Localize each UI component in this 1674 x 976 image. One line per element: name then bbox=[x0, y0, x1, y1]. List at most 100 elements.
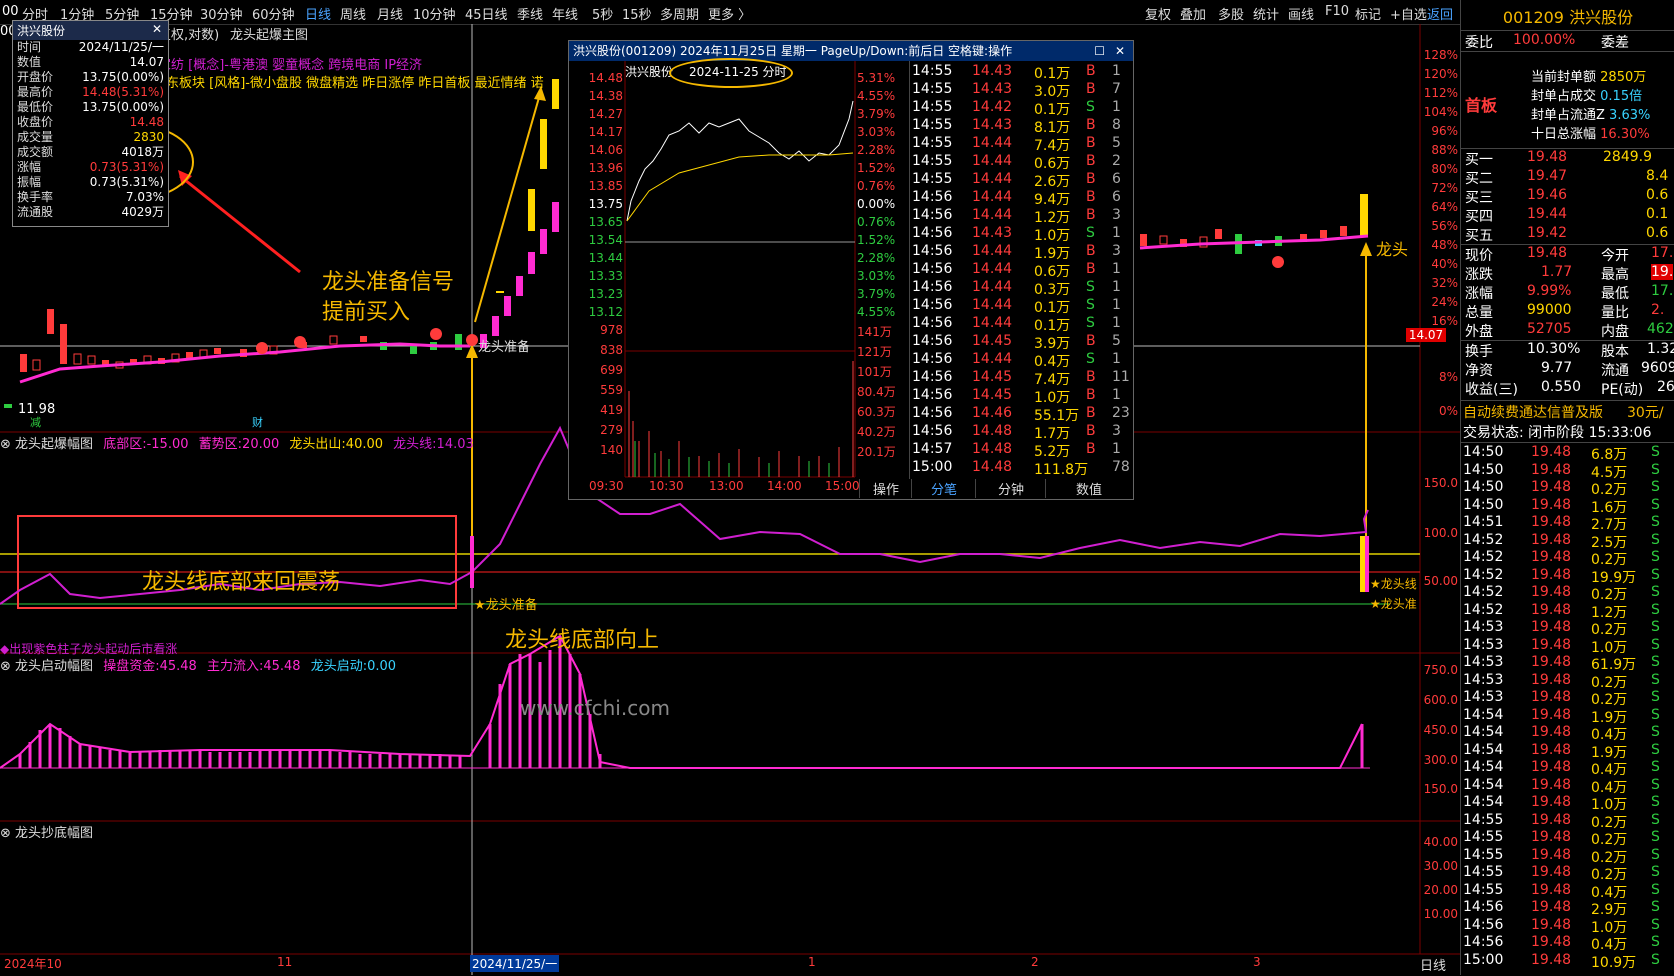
trade-tick-row: 14:52 19.48 0.2万 S bbox=[1463, 584, 1660, 603]
tab-multi-period[interactable]: 多周期 bbox=[660, 4, 699, 23]
ind1-up-text: 龙头线底部向上 bbox=[505, 628, 660, 653]
btn-fuquan[interactable]: 复权 bbox=[1145, 4, 1171, 23]
marker-jian: 减 bbox=[30, 416, 41, 429]
ind1-right-label-1: ★龙头线 bbox=[1370, 577, 1417, 591]
ind1-f2-val: 20.00 bbox=[242, 437, 280, 452]
trade-tick-row: 14:52 19.48 0.2万 S bbox=[1463, 549, 1660, 568]
main-right-axis: 128% 120% 112% 104% 96% 88% 80% 72% 64% … bbox=[1423, 48, 1458, 418]
popup-volume-bars bbox=[628, 361, 854, 477]
popup-maximize-icon[interactable]: ☐ bbox=[1094, 41, 1105, 61]
label-ready-main: 龙头准备 bbox=[478, 340, 531, 355]
ind1-f2-label: 蓄势区: bbox=[198, 437, 243, 452]
btn-overlay[interactable]: 叠加 bbox=[1180, 4, 1206, 23]
tab-60min[interactable]: 60分钟 bbox=[252, 4, 295, 23]
trade-tick-row: 14:54 19.48 1.0万 S bbox=[1463, 794, 1660, 813]
main-chart-title: 龙头起爆主图 bbox=[230, 28, 309, 43]
popup-tab-minute[interactable]: 分钟 bbox=[975, 479, 1046, 498]
period-indicator[interactable]: 日线 bbox=[1420, 955, 1446, 974]
btn-stats[interactable]: 统计 bbox=[1253, 4, 1279, 23]
trade-tick-row: 14:50 19.48 1.6万 S bbox=[1463, 496, 1660, 516]
trade-tick-row: 14:53 19.48 0.2万 S bbox=[1463, 619, 1660, 638]
ind1-title: 龙头起爆幅图 bbox=[15, 437, 94, 452]
popup-tick-row: 14:56 14.44 1.9万 B 3 bbox=[912, 243, 1121, 262]
popup-price-line bbox=[626, 100, 854, 222]
popup-tab-value[interactable]: 数值 bbox=[1045, 479, 1132, 498]
ind2-f2-val: 45.48 bbox=[263, 659, 301, 674]
trade-tick-row: 14:52 19.48 1.2万 S bbox=[1463, 601, 1660, 621]
popup-avg-line bbox=[626, 152, 854, 222]
ind2-f3-val: 0.00 bbox=[367, 659, 397, 674]
trade-tick-row: 14:53 19.48 1.0万 S bbox=[1463, 636, 1660, 656]
ind1-box-text: 龙头线底部来回震荡 bbox=[142, 570, 341, 595]
ind2-axis: 750.0 600.0 450.0 300.0 150.0 bbox=[1423, 663, 1458, 796]
ind1-f3-label: 龙头出山: bbox=[289, 437, 346, 452]
popup-tick-row: 14:56 14.44 1.2万 B 3 bbox=[912, 207, 1121, 226]
trade-tick-row: 14:55 19.48 0.2万 S bbox=[1463, 811, 1660, 831]
ind1-f4-label: 龙头线: bbox=[393, 437, 437, 452]
tab-yearly[interactable]: 年线 bbox=[552, 4, 578, 23]
btn-add-watchlist[interactable]: +自选 bbox=[1390, 4, 1427, 23]
trade-tick-row: 14:54 19.48 0.4万 S bbox=[1463, 724, 1660, 743]
ma-line-right bbox=[1139, 234, 1369, 250]
tab-10min[interactable]: 10分钟 bbox=[413, 4, 456, 23]
tab-weekly[interactable]: 周线 bbox=[340, 4, 366, 23]
popup-tick-row: 14:55 14.43 0.1万 B 1 bbox=[912, 63, 1121, 82]
date-axis-crosshair: 2024/11/25/一 bbox=[470, 955, 560, 972]
popup-tick-row: 14:56 14.44 0.6万 B 1 bbox=[912, 261, 1121, 280]
trade-tick-row: 14:52 19.48 19.9万 S bbox=[1463, 566, 1660, 586]
ind3-close-icon[interactable]: ⊗ bbox=[0, 826, 11, 841]
tab-partial[interactable]: 00 bbox=[2, 4, 19, 19]
weibi-row: 委比 100.00% 委差 bbox=[1461, 30, 1674, 52]
first-board-label: 首板 bbox=[1465, 96, 1498, 115]
ind2-close-icon[interactable]: ⊗ bbox=[0, 659, 11, 674]
popup-close-icon[interactable]: ✕ bbox=[1115, 41, 1125, 61]
btn-f10[interactable]: F10 bbox=[1325, 4, 1349, 19]
tab-5sec[interactable]: 5秒 bbox=[592, 4, 613, 23]
annot-buy-early: 提前买入 bbox=[322, 300, 411, 325]
popup-tick-row: 14:55 14.44 2.6万 B 6 bbox=[912, 171, 1121, 190]
trade-tick-row: 14:50 19.48 6.8万 S bbox=[1463, 444, 1660, 463]
bar-info-box: 洪兴股份 ✕ 时间 2024/11/25/一 数值 14.07 开盘价 13.75(0.… bbox=[12, 20, 169, 227]
ind1-f1-label: 底部区: bbox=[103, 437, 147, 452]
btn-mark[interactable]: 标记 bbox=[1355, 4, 1381, 23]
ind1-bar-right-m bbox=[1365, 536, 1369, 592]
popup-tick-row: 14:56 14.44 0.3万 S 1 bbox=[912, 279, 1121, 298]
trade-tick-row: 14:56 19.48 0.4万 S bbox=[1463, 934, 1660, 953]
btn-multi-stock[interactable]: 多股 bbox=[1218, 4, 1244, 23]
ind1-close-icon[interactable]: ⊗ bbox=[0, 437, 11, 452]
info-box-close-icon[interactable]: ✕ bbox=[152, 22, 162, 36]
ind2-f3-label: 龙头启动: bbox=[310, 659, 368, 674]
tab-15sec[interactable]: 15秒 bbox=[622, 4, 652, 23]
popup-tick-row: 14:57 14.48 5.2万 B 1 bbox=[912, 441, 1121, 460]
trade-tick-row: 14:50 19.48 0.2万 S bbox=[1463, 479, 1660, 498]
trade-tick-row: 14:55 19.48 0.2万 S bbox=[1463, 829, 1660, 848]
popup-tick-row: 14:56 14.44 0.1万 S 1 bbox=[912, 297, 1121, 316]
popup-tab-operate[interactable]: 操作 bbox=[859, 479, 912, 498]
ind1-f4-val: 14.03 bbox=[436, 437, 474, 452]
btn-back[interactable]: 返回 bbox=[1427, 4, 1453, 23]
popup-tabs: 操作 分笔 分钟 数值 bbox=[569, 479, 1133, 499]
tab-quarterly[interactable]: 季线 bbox=[517, 4, 543, 23]
ad-banner[interactable]: 自动续费通达信普及版 30元/ bbox=[1461, 400, 1674, 421]
popup-titlebar[interactable]: 洪兴股份(001209) 2024年11月25日 星期一 PageUp/Down… bbox=[569, 41, 1133, 61]
intraday-popup: 洪兴股份(001209) 2024年11月25日 星期一 PageUp/Down… bbox=[568, 40, 1134, 500]
marker-cai: 财 bbox=[252, 416, 263, 429]
right-longtou-label: 龙头 bbox=[1376, 240, 1409, 259]
ind2-title: 龙头启动幅图 bbox=[15, 659, 94, 674]
seal-info: 当前封单额 2850万 封单占成交 0.15倍 封单占流通Z 3.63% 十日总… bbox=[1531, 70, 1651, 142]
ind3-axis: 40.00 30.00 20.00 10.00 bbox=[1423, 835, 1458, 921]
candles-surge bbox=[480, 79, 559, 348]
tab-daily[interactable]: 日线 bbox=[305, 4, 331, 23]
popup-tick-row: 14:56 14.45 7.4万 B 11 bbox=[912, 369, 1130, 388]
trade-tick-row: 14:56 19.48 2.9万 S bbox=[1463, 899, 1660, 918]
tab-45day[interactable]: 45日线 bbox=[465, 4, 508, 23]
popup-tab-ticks[interactable]: 分笔 bbox=[911, 479, 976, 498]
stock-title: 001209 洪兴股份 bbox=[1502, 8, 1634, 27]
trade-tick-row: 14:53 19.48 61.9万 S bbox=[1463, 654, 1660, 673]
popup-inner-name: 洪兴股份 bbox=[625, 65, 674, 79]
btn-draw[interactable]: 画线 bbox=[1288, 4, 1314, 23]
tab-30min[interactable]: 30分钟 bbox=[200, 4, 243, 23]
tab-monthly[interactable]: 月线 bbox=[377, 4, 403, 23]
trade-tick-row: 14:52 19.48 2.5万 S bbox=[1463, 531, 1660, 551]
tab-more[interactable]: 更多 〉 bbox=[708, 4, 751, 23]
